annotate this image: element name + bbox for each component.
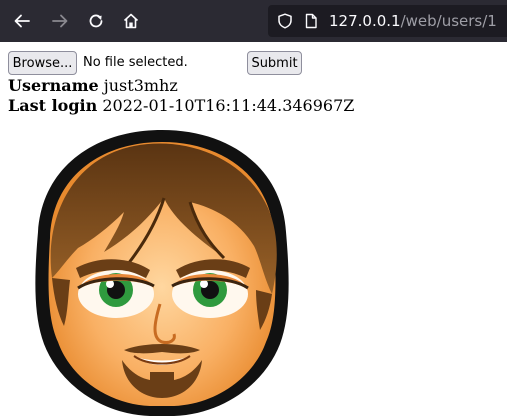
username-value: just3mhz: [103, 76, 178, 95]
home-icon: [123, 13, 139, 29]
last-login-label: Last login: [8, 96, 98, 115]
username-label: Username: [8, 76, 99, 95]
file-status-text: No file selected.: [83, 55, 188, 70]
browser-toolbar: 127.0.0.1/web/users/1: [0, 0, 507, 42]
url-host: 127.0.0.1: [329, 12, 401, 30]
home-button[interactable]: [117, 7, 145, 35]
back-arrow-icon: [14, 14, 30, 28]
last-login-value: 2022-01-10T16:11:44.346967Z: [102, 96, 355, 115]
avatar: [35, 130, 289, 416]
url-path: /web/users/1: [400, 12, 497, 30]
last-login-row: Last login 2022-01-10T16:11:44.346967Z: [8, 96, 354, 116]
url-text: 127.0.0.1/web/users/1: [329, 11, 497, 31]
shield-icon: [278, 13, 292, 29]
page-icon: [305, 13, 317, 29]
forward-button[interactable]: [46, 7, 74, 35]
url-bar[interactable]: 127.0.0.1/web/users/1: [268, 5, 507, 37]
submit-button[interactable]: Submit: [247, 51, 302, 75]
reload-button[interactable]: [82, 7, 110, 35]
upload-form: Browse... No file selected. Submit: [8, 51, 507, 75]
forward-arrow-icon: [52, 14, 68, 28]
username-row: Username just3mhz: [8, 76, 178, 96]
reload-icon: [89, 14, 103, 28]
back-button[interactable]: [8, 7, 36, 35]
browse-button[interactable]: Browse...: [8, 51, 77, 75]
